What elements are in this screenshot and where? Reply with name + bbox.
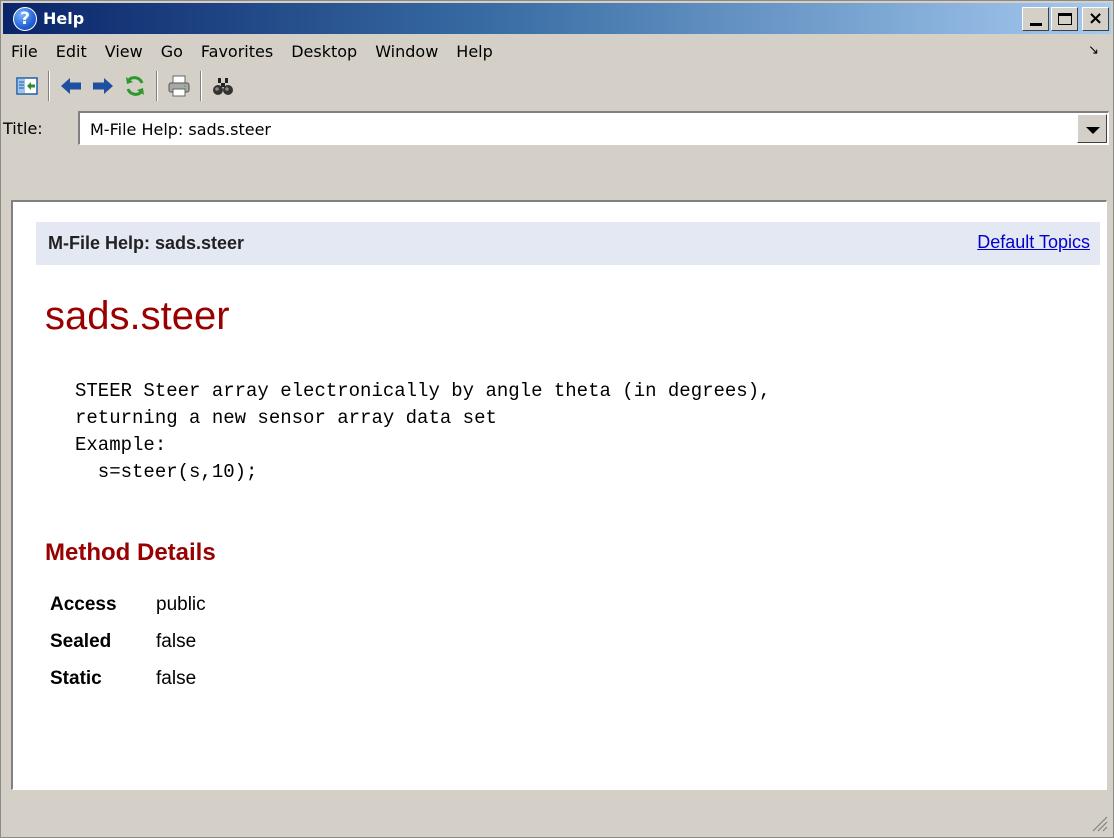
help-question-icon: ? <box>13 6 37 31</box>
menu-window[interactable]: Window <box>366 42 447 61</box>
menu-go[interactable]: Go <box>152 42 192 61</box>
method-details-table: Access public Sealed false Static false <box>50 586 206 697</box>
detail-value: false <box>156 667 197 689</box>
title-field-row: Title: M-File Help: sads.steer <box>3 111 1111 191</box>
back-button[interactable] <box>57 72 85 100</box>
detail-key: Access <box>50 593 117 615</box>
toolbar-separator <box>200 71 202 101</box>
page-header-band: M-File Help: sads.steer Default Topics <box>36 222 1100 265</box>
close-icon: × <box>1087 8 1104 29</box>
detail-row-static: Static false <box>50 660 206 697</box>
detail-value: false <box>156 630 197 652</box>
print-icon <box>168 75 190 97</box>
toolbar <box>3 69 1111 103</box>
title-combo-box[interactable]: M-File Help: sads.steer <box>78 111 1109 145</box>
help-content-pane[interactable]: M-File Help: sads.steer Default Topics s… <box>11 200 1107 790</box>
page-header-title: M-File Help: sads.steer <box>48 233 245 253</box>
toolbar-separator <box>156 71 158 101</box>
undock-arrow-icon[interactable]: ↘ <box>1088 43 1099 58</box>
hide-navigator-button[interactable] <box>13 72 41 100</box>
status-bar <box>3 797 1111 835</box>
title-field-label: Title: <box>3 119 43 138</box>
detail-row-access: Access public <box>50 586 206 623</box>
maximize-button[interactable] <box>1051 7 1078 31</box>
close-button[interactable]: × <box>1082 7 1109 31</box>
menu-desktop[interactable]: Desktop <box>282 42 366 61</box>
forward-button[interactable] <box>89 72 117 100</box>
menu-help[interactable]: Help <box>447 42 501 61</box>
default-topics-link[interactable]: Default Topics <box>977 232 1090 253</box>
detail-row-sealed: Sealed false <box>50 623 206 660</box>
detail-key: Static <box>50 667 102 689</box>
page-title: sads.steer <box>45 294 230 338</box>
detail-value: public <box>156 593 206 615</box>
back-arrow-icon <box>61 78 81 94</box>
minimize-button[interactable] <box>1022 7 1049 31</box>
refresh-button[interactable] <box>121 72 149 100</box>
detail-key: Sealed <box>50 630 112 652</box>
window-controls: × <box>1022 7 1109 31</box>
find-binoculars-icon <box>213 78 233 95</box>
find-button[interactable] <box>209 72 237 100</box>
title-combo-value: M-File Help: sads.steer <box>90 120 271 139</box>
print-button[interactable] <box>165 72 193 100</box>
help-window: ? Help × File Edit View Go Favorites Des… <box>0 0 1114 838</box>
menu-view[interactable]: View <box>96 42 152 61</box>
refresh-icon <box>126 76 144 96</box>
resize-grip-icon[interactable] <box>1090 814 1108 832</box>
forward-arrow-icon <box>93 78 113 94</box>
menu-favorites[interactable]: Favorites <box>192 42 282 61</box>
maximize-icon <box>1057 13 1072 25</box>
combo-dropdown-button[interactable] <box>1077 114 1107 143</box>
toolbar-separator <box>48 71 50 101</box>
menu-edit[interactable]: Edit <box>47 42 96 61</box>
help-text-block: STEER Steer array electronically by angl… <box>75 380 771 483</box>
chevron-down-icon <box>1086 127 1100 134</box>
method-details-heading: Method Details <box>45 539 216 566</box>
minimize-icon <box>1029 22 1042 26</box>
title-bar[interactable]: ? Help × <box>3 3 1111 34</box>
menu-bar: File Edit View Go Favorites Desktop Wind… <box>3 37 1111 65</box>
menu-file[interactable]: File <box>3 42 47 61</box>
hide-navigator-icon <box>16 77 38 95</box>
window-title: Help <box>43 9 85 28</box>
